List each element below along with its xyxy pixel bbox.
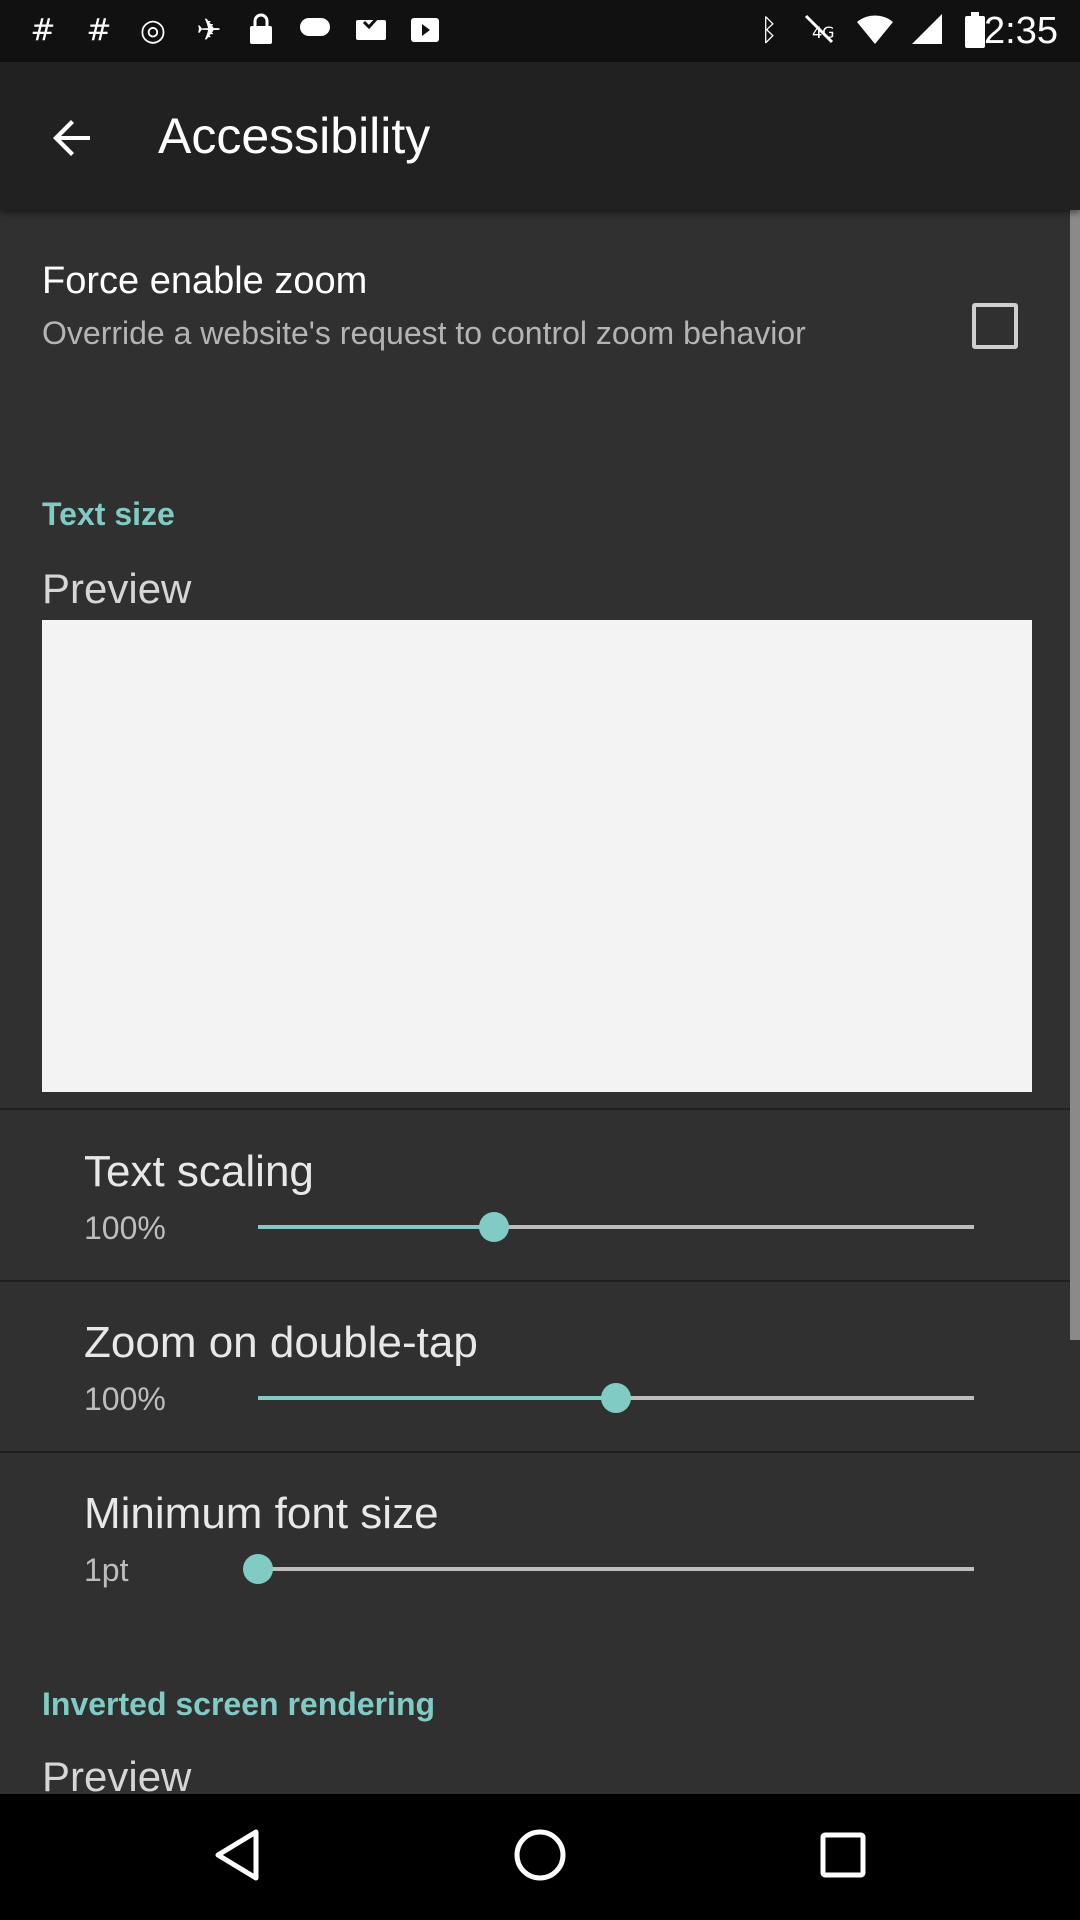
slider-thumb[interactable]	[243, 1554, 273, 1584]
back-triangle-icon	[212, 1828, 262, 1887]
target-icon: ◎	[139, 13, 167, 48]
force-enable-zoom-row[interactable]: Force enable zoom Override a website's r…	[0, 210, 1080, 410]
svg-text:4G: 4G	[812, 23, 835, 42]
nav-recents-button[interactable]	[802, 1816, 884, 1898]
zoom-double-tap-slider[interactable]	[258, 1383, 974, 1413]
data-off-icon: 4G	[800, 12, 838, 50]
recents-square-icon	[819, 1831, 867, 1884]
slider-value: 100%	[84, 1210, 166, 1246]
minimum-font-size-slider[interactable]	[243, 1554, 974, 1584]
settings-list[interactable]: Force enable zoom Override a website's r…	[0, 210, 1080, 1794]
game-controller-icon	[296, 12, 334, 50]
zoom-double-tap-row: Zoom on double-tap 100%	[0, 1281, 1080, 1451]
back-button[interactable]	[28, 96, 116, 184]
slider-thumb[interactable]	[479, 1212, 510, 1242]
slider-title: Minimum font size	[84, 1489, 439, 1538]
slider-value: 100%	[84, 1381, 166, 1417]
app-bar: Accessibility	[0, 62, 1080, 210]
section-header-text-size: Text size	[42, 496, 175, 532]
nav-home-button[interactable]	[499, 1816, 581, 1898]
status-bar: # # ◎ ✈ ᛒ 4G 12:35	[0, 0, 1080, 62]
scrollbar[interactable]	[1070, 210, 1080, 1340]
section-header-inverted-rendering: Inverted screen rendering	[42, 1686, 436, 1722]
slider-fill	[258, 1396, 616, 1400]
slider-thumb[interactable]	[601, 1383, 631, 1413]
force-enable-zoom-checkbox[interactable]	[972, 303, 1018, 349]
satellite-icon: ✈	[196, 13, 222, 48]
bluetooth-icon: ᛒ	[760, 13, 778, 48]
play-store-icon	[406, 12, 444, 50]
force-enable-zoom-title: Force enable zoom	[42, 260, 368, 302]
arrow-back-icon	[50, 116, 94, 165]
minimum-font-size-row: Minimum font size 1pt	[0, 1452, 1080, 1622]
text-preview-box	[42, 620, 1032, 1092]
preview-label: Preview	[42, 1753, 192, 1794]
signal-icon	[908, 12, 946, 50]
page-title: Accessibility	[158, 108, 431, 164]
text-scaling-slider[interactable]	[258, 1212, 974, 1242]
preview-label: Preview	[42, 565, 192, 612]
slider-fill	[258, 1225, 495, 1229]
slider-value: 1pt	[84, 1552, 129, 1588]
inbox-check-icon	[352, 12, 390, 50]
lock-icon	[242, 12, 280, 50]
nav-back-button[interactable]	[196, 1816, 278, 1898]
hash-icon: #	[30, 13, 56, 48]
status-time: 12:35	[962, 10, 1058, 52]
wifi-icon	[856, 12, 894, 50]
force-enable-zoom-summary: Override a website's request to control …	[42, 315, 806, 351]
navigation-bar	[0, 1794, 1080, 1920]
slider-title: Zoom on double-tap	[84, 1318, 478, 1367]
text-scaling-row: Text scaling 100%	[0, 1110, 1080, 1280]
hash-icon: #	[86, 13, 112, 48]
slider-title: Text scaling	[84, 1147, 314, 1196]
home-circle-icon	[513, 1828, 567, 1887]
